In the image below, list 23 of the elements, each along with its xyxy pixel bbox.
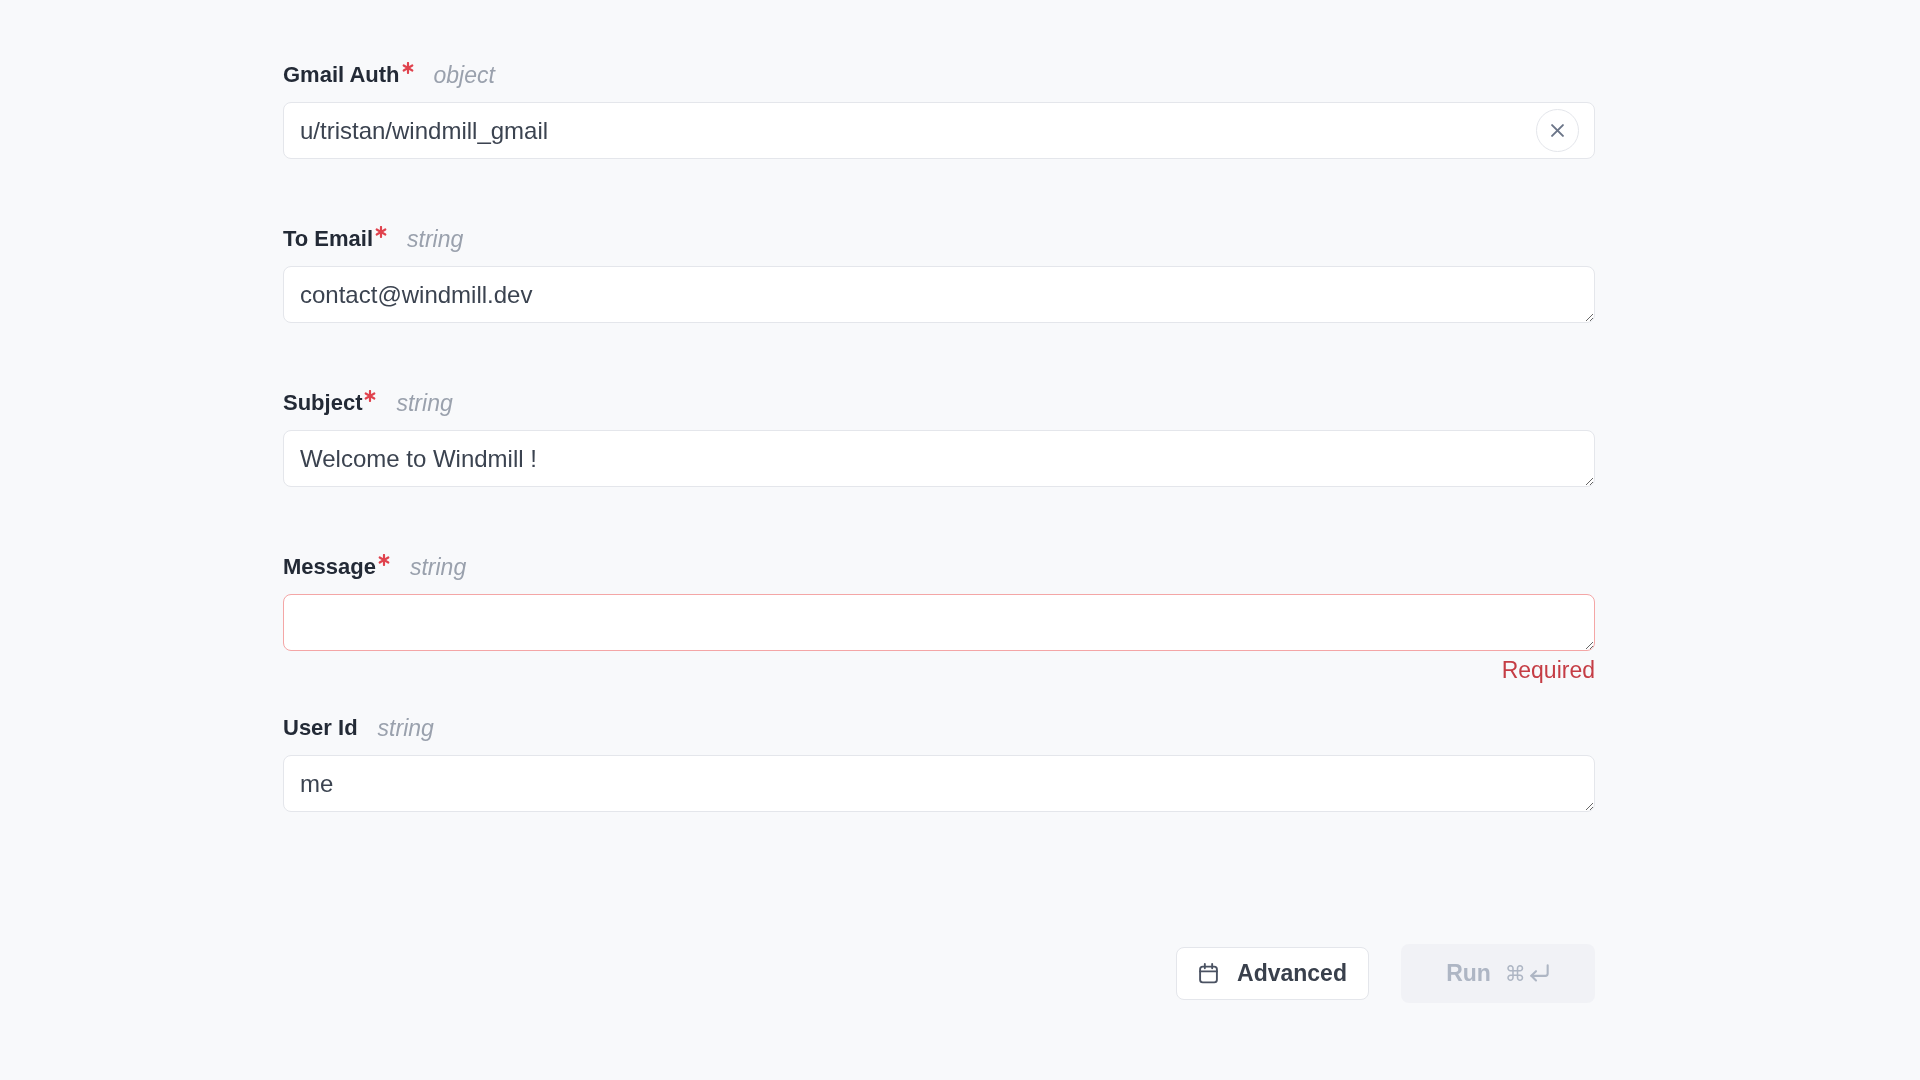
close-icon	[1551, 124, 1564, 137]
field-label: User Id	[283, 714, 358, 742]
error-message: Required	[1501, 658, 1595, 682]
clear-button[interactable]	[1536, 109, 1579, 152]
text-area[interactable]: contact@windmill.dev	[283, 266, 1595, 323]
text-area[interactable]: Welcome to Windmill !	[283, 430, 1595, 487]
type-hint: string	[396, 389, 453, 417]
type-hint: string	[377, 714, 434, 742]
text-area[interactable]: me	[283, 755, 1595, 812]
field-label: Subject	[283, 389, 363, 417]
type-hint: object	[433, 61, 495, 89]
type-hint: string	[407, 225, 464, 253]
field-label: Message	[283, 553, 376, 581]
field-label: Gmail Auth	[283, 61, 400, 89]
type-hint: string	[409, 553, 467, 581]
field-value: u/tristan/windmill_gmail	[299, 116, 549, 145]
field-label: To Email	[283, 225, 374, 253]
calendar-icon	[1198, 963, 1220, 984]
select-field[interactable]: u/tristan/windmill_gmail	[283, 102, 1595, 159]
text-area[interactable]	[283, 594, 1595, 651]
shortcut-key: ⌘	[1504, 961, 1526, 986]
enter-key-icon	[1528, 964, 1550, 983]
advanced-button[interactable]: Advanced	[1176, 947, 1369, 1000]
